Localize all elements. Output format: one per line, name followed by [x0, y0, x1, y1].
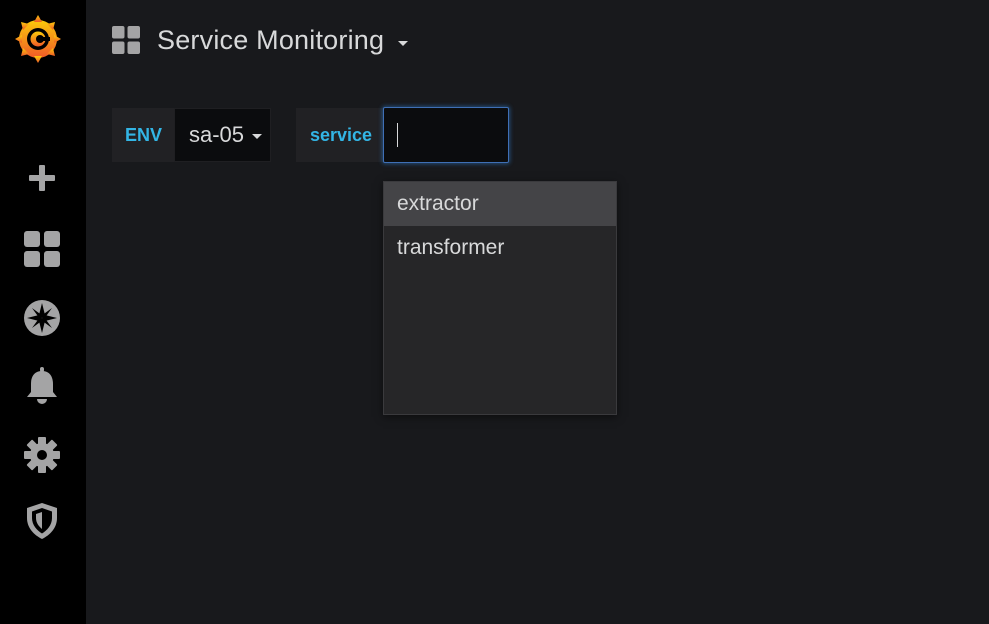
sidebar-item-explore[interactable]: [18, 294, 66, 342]
chevron-down-icon: [398, 40, 409, 46]
sidebar-item-alerting[interactable]: [18, 362, 66, 410]
gear-icon: [24, 437, 60, 473]
sidebar-item-dashboards[interactable]: [18, 225, 66, 273]
env-variable-select[interactable]: sa-05: [174, 108, 271, 162]
dashboard-main: Service Monitoring ENV sa-05 service ext…: [86, 0, 989, 624]
dashboard-title: Service Monitoring: [157, 24, 385, 55]
dashboards-icon: [24, 231, 60, 267]
text-cursor: [397, 123, 398, 147]
dropdown-option-extractor[interactable]: extractor: [384, 182, 616, 226]
service-variable-input[interactable]: [383, 107, 509, 163]
grafana-logo-icon[interactable]: [12, 12, 64, 64]
env-variable-label: ENV: [112, 108, 174, 162]
service-variable-label: service: [296, 108, 383, 162]
dashboard-title-picker[interactable]: Service Monitoring: [111, 18, 409, 62]
sidebar: [0, 0, 86, 624]
dashboard-grid-icon: [112, 26, 140, 54]
env-variable-value: sa-05: [189, 122, 245, 147]
compass-icon: [24, 300, 60, 336]
sidebar-item-create[interactable]: [18, 154, 66, 202]
shield-icon: [27, 503, 57, 539]
service-options-dropdown: extractor transformer: [383, 181, 617, 415]
chevron-down-icon: [252, 133, 263, 139]
bell-icon: [27, 367, 57, 404]
sidebar-item-server-admin[interactable]: [18, 497, 66, 545]
plus-icon: [29, 165, 55, 191]
grafana-app: Service Monitoring ENV sa-05 service ext…: [0, 0, 989, 624]
dropdown-option-transformer[interactable]: transformer: [384, 226, 616, 270]
sidebar-item-configuration[interactable]: [18, 431, 66, 479]
